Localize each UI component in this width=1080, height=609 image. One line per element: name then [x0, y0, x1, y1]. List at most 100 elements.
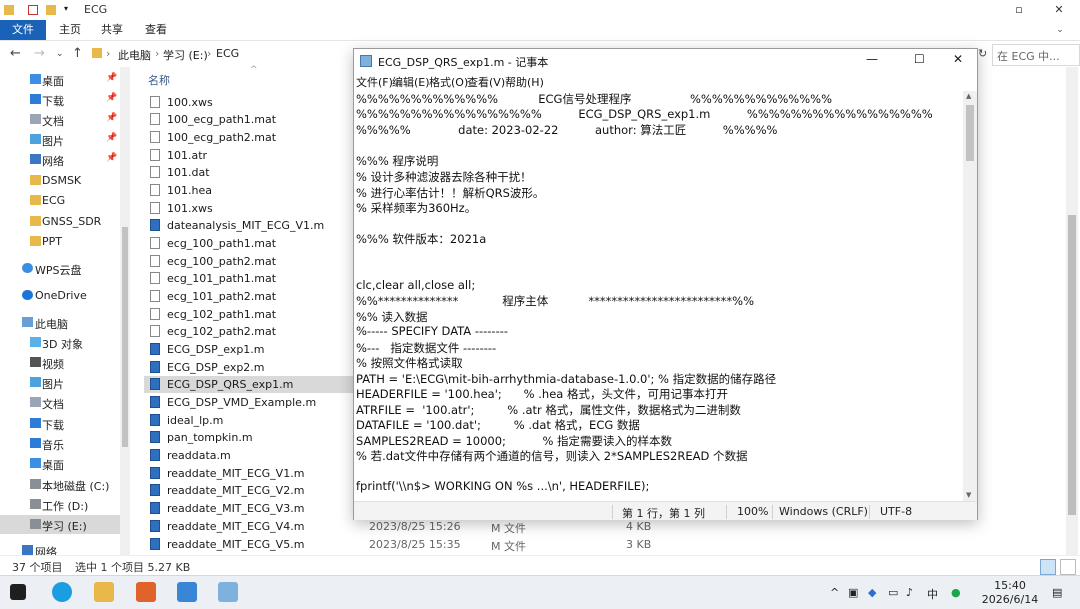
- refresh-icon[interactable]: ↻: [978, 47, 987, 60]
- file-row[interactable]: readdata.m: [144, 447, 354, 464]
- file-row[interactable]: ideal_lp.m: [144, 412, 354, 429]
- breadcrumb-drive-e[interactable]: 学习 (E:): [163, 47, 208, 63]
- nav-item-this-pc[interactable]: 此电脑: [0, 313, 120, 332]
- pin-icon[interactable]: 📌: [106, 113, 117, 123]
- nav-item-dsmsk[interactable]: DSMSK: [0, 171, 120, 190]
- refresh-app-icon[interactable]: [177, 582, 197, 602]
- file-row[interactable]: readdate_MIT_ECG_V3.m: [144, 500, 354, 517]
- breadcrumb-ecg[interactable]: ECG: [216, 47, 239, 60]
- file-row[interactable]: 101.atr: [144, 147, 354, 164]
- pin-icon[interactable]: 📌: [106, 153, 117, 163]
- back-arrow-icon[interactable]: ←: [10, 46, 21, 61]
- nav-scrollbar-thumb[interactable]: [122, 227, 128, 447]
- nav-item-pictures[interactable]: 图片 📌: [0, 130, 120, 149]
- nav-item-videos[interactable]: 视频: [0, 353, 120, 372]
- file-list-scrollbar-thumb[interactable]: [1068, 215, 1076, 515]
- file-row[interactable]: 101.hea: [144, 182, 354, 199]
- search-input[interactable]: 在 ECG 中...: [992, 44, 1080, 66]
- nav-item-drive-d[interactable]: 工作 (D:): [0, 495, 120, 514]
- nav-item-documents[interactable]: 文档 📌: [0, 110, 120, 129]
- scroll-down-icon[interactable]: ▼: [966, 491, 971, 499]
- up-arrow-icon[interactable]: ↑: [72, 46, 83, 61]
- tab-view[interactable]: 查看: [136, 20, 176, 40]
- pin-icon[interactable]: 📌: [106, 73, 117, 83]
- file-row[interactable]: ecg_100_path1.mat: [144, 235, 354, 252]
- nav-item-ecg[interactable]: ECG: [0, 191, 120, 210]
- battery-icon[interactable]: ▭: [888, 586, 898, 599]
- clock[interactable]: 15:40 2026/6/14: [980, 579, 1040, 607]
- nav-item-desktop-pc[interactable]: 桌面: [0, 454, 120, 473]
- file-row[interactable]: readdate_MIT_ECG_V4.m: [144, 518, 354, 535]
- nav-item-drive-c[interactable]: 本地磁盘 (C:): [0, 475, 120, 494]
- nav-item-onedrive[interactable]: OneDrive: [0, 286, 120, 305]
- ime-indicator[interactable]: 中: [927, 586, 938, 602]
- menu-view[interactable]: 查看(V): [467, 74, 505, 90]
- nav-item-gnss-sdr[interactable]: GNSS_SDR: [0, 212, 120, 231]
- file-row[interactable]: ECG_DSP_exp1.m: [144, 341, 354, 358]
- new-folder-icon[interactable]: [46, 5, 56, 15]
- maximize-icon[interactable]: ☐: [914, 52, 925, 66]
- details-view-icon[interactable]: [1040, 559, 1056, 575]
- nav-item-desktop[interactable]: 桌面 📌: [0, 70, 120, 89]
- notepad-text-area[interactable]: %%%%%%%%%%%%% ECG信号处理程序 %%%%%%%%%%%%% %%…: [354, 91, 963, 501]
- menu-format[interactable]: 格式(O): [429, 74, 468, 90]
- minimize-icon[interactable]: —: [866, 52, 878, 66]
- tray-app-icon[interactable]: ▣: [848, 586, 858, 599]
- show-hidden-icons-icon[interactable]: ^: [830, 586, 839, 599]
- file-row[interactable]: 100.xws: [144, 94, 354, 111]
- nav-item-drive-e[interactable]: 学习 (E:): [0, 515, 120, 534]
- notifications-icon[interactable]: ▤: [1052, 586, 1062, 599]
- column-header-name[interactable]: 名称: [148, 72, 170, 88]
- volume-icon[interactable]: ♪: [906, 586, 913, 599]
- menu-edit[interactable]: 编辑(E): [392, 74, 430, 90]
- forward-arrow-icon[interactable]: →: [34, 46, 45, 61]
- file-row[interactable]: 100_ecg_path1.mat: [144, 111, 354, 128]
- tab-file[interactable]: 文件: [0, 20, 46, 40]
- pin-icon[interactable]: 📌: [106, 93, 117, 103]
- scroll-up-icon[interactable]: ▲: [966, 92, 971, 100]
- file-row[interactable]: readdate_MIT_ECG_V5.m: [144, 536, 354, 553]
- large-icons-view-icon[interactable]: [1060, 559, 1076, 575]
- file-row[interactable]: readdate_MIT_ECG_V2.m: [144, 482, 354, 499]
- nav-item-downloads-pc[interactable]: 下载: [0, 414, 120, 433]
- matlab-icon[interactable]: [136, 582, 156, 602]
- nav-item-network-pinned[interactable]: 网络 📌: [0, 150, 120, 169]
- file-row[interactable]: ecg_101_path1.mat: [144, 270, 354, 287]
- nav-item-music[interactable]: 音乐: [0, 434, 120, 453]
- notepad-icon[interactable]: [218, 582, 238, 602]
- menu-help[interactable]: 帮助(H): [505, 74, 544, 90]
- start-windows-icon[interactable]: [10, 584, 26, 600]
- nav-item-pictures-pc[interactable]: 图片: [0, 373, 120, 392]
- close-icon[interactable]: ✕: [1044, 2, 1074, 18]
- nav-item-downloads[interactable]: 下载 📌: [0, 90, 120, 109]
- menu-file[interactable]: 文件(F): [356, 74, 393, 90]
- restore-icon[interactable]: ▫: [1004, 2, 1034, 18]
- file-row[interactable]: dateanalysis_MIT_ECG_V1.m: [144, 217, 354, 234]
- edge-browser-icon[interactable]: [52, 582, 72, 602]
- wechat-icon[interactable]: ●: [951, 586, 961, 599]
- recent-locations-icon[interactable]: ⌄: [56, 49, 64, 59]
- file-row[interactable]: ecg_102_path1.mat: [144, 306, 354, 323]
- expand-ribbon-icon[interactable]: ⌄: [1050, 20, 1070, 40]
- nav-item-ppt[interactable]: PPT: [0, 232, 120, 251]
- tab-home[interactable]: 主页: [50, 20, 90, 40]
- file-row[interactable]: readdate_MIT_ECG_V1.m: [144, 465, 354, 482]
- nav-item-documents-pc[interactable]: 文档: [0, 393, 120, 412]
- file-row-selected[interactable]: ECG_DSP_QRS_exp1.m: [144, 376, 354, 393]
- file-explorer-icon[interactable]: [94, 582, 114, 602]
- nav-item-wps-cloud[interactable]: WPS云盘: [0, 259, 120, 278]
- tab-share[interactable]: 共享: [92, 20, 132, 40]
- notepad-scrollbar-thumb[interactable]: [966, 105, 974, 161]
- file-row[interactable]: ECG_DSP_exp2.m: [144, 359, 354, 376]
- file-row[interactable]: pan_tompkin.m: [144, 429, 354, 446]
- breadcrumb-this-pc[interactable]: 此电脑: [118, 47, 151, 63]
- close-icon[interactable]: ✕: [953, 52, 963, 66]
- file-row[interactable]: ecg_101_path2.mat: [144, 288, 354, 305]
- file-row[interactable]: 101.dat: [144, 164, 354, 181]
- file-row[interactable]: ecg_100_path2.mat: [144, 253, 354, 270]
- quick-access-dropdown-icon[interactable]: ▾: [64, 4, 74, 14]
- file-row[interactable]: ECG_DSP_VMD_Example.m: [144, 394, 354, 411]
- properties-icon[interactable]: [28, 5, 38, 15]
- file-row[interactable]: 101.xws: [144, 200, 354, 217]
- file-row[interactable]: 100_ecg_path2.mat: [144, 129, 354, 146]
